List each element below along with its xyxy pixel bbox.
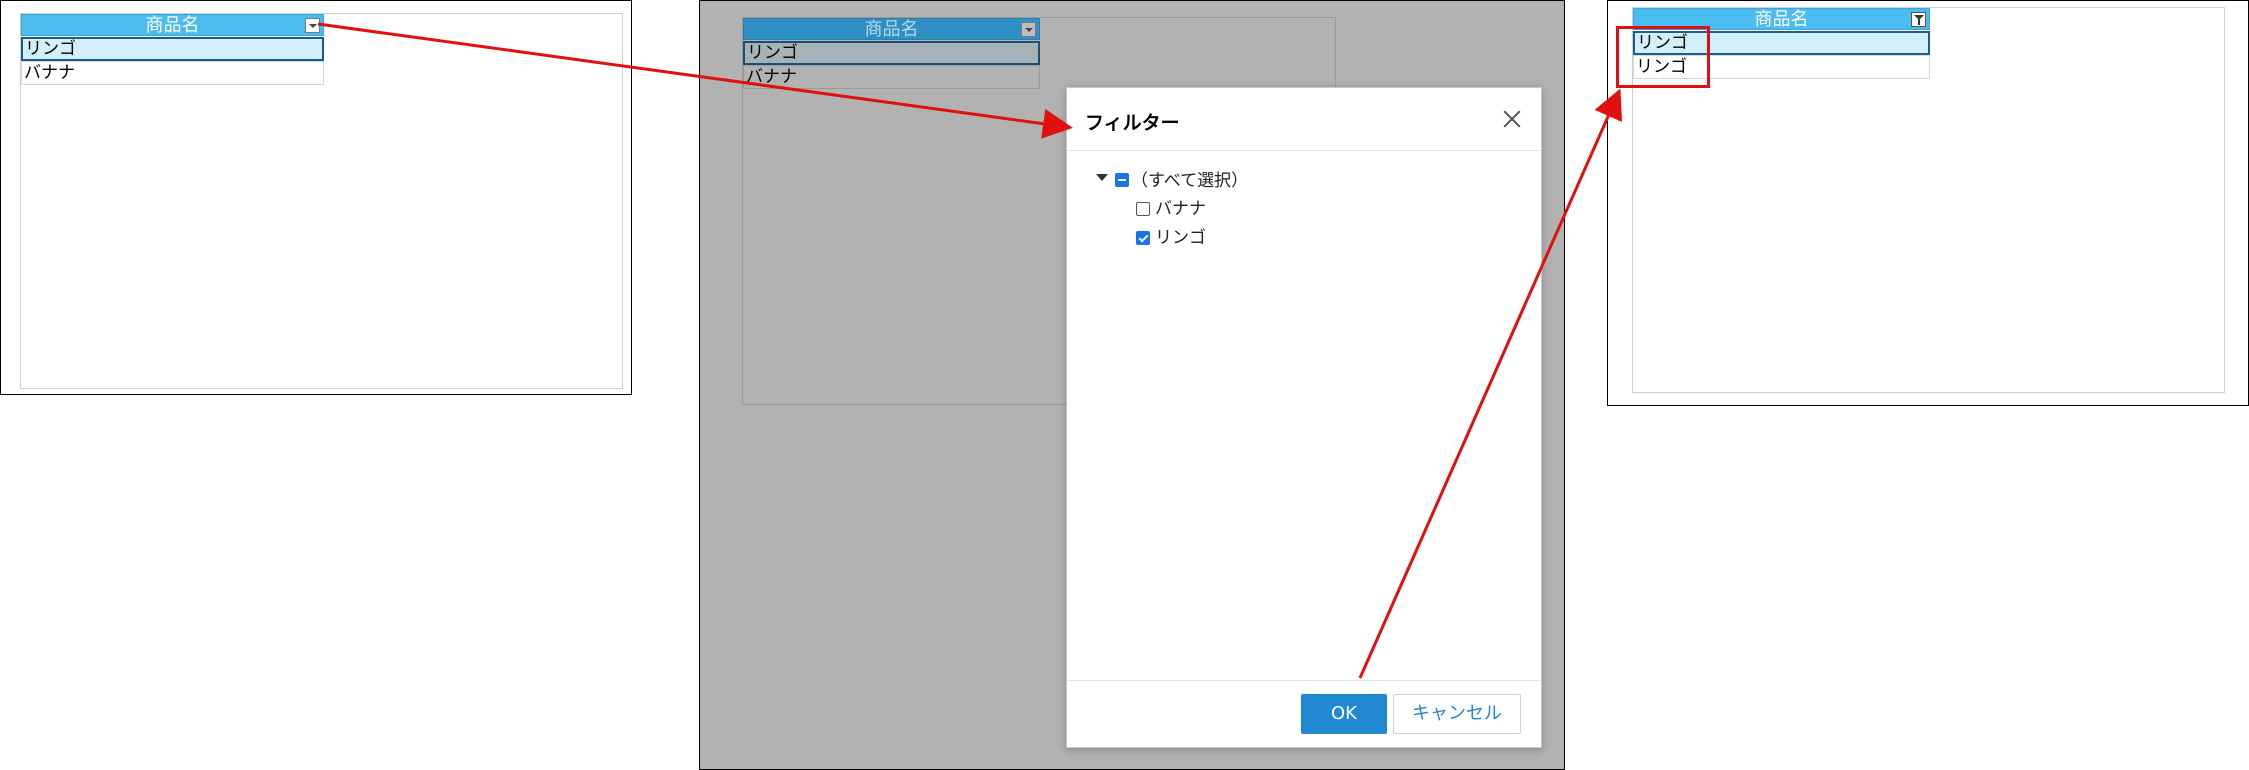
arrow-to-result — [1358, 88, 1623, 679]
annotation-arrows — [317, 22, 1623, 679]
arrow-to-dialog — [317, 22, 1073, 139]
